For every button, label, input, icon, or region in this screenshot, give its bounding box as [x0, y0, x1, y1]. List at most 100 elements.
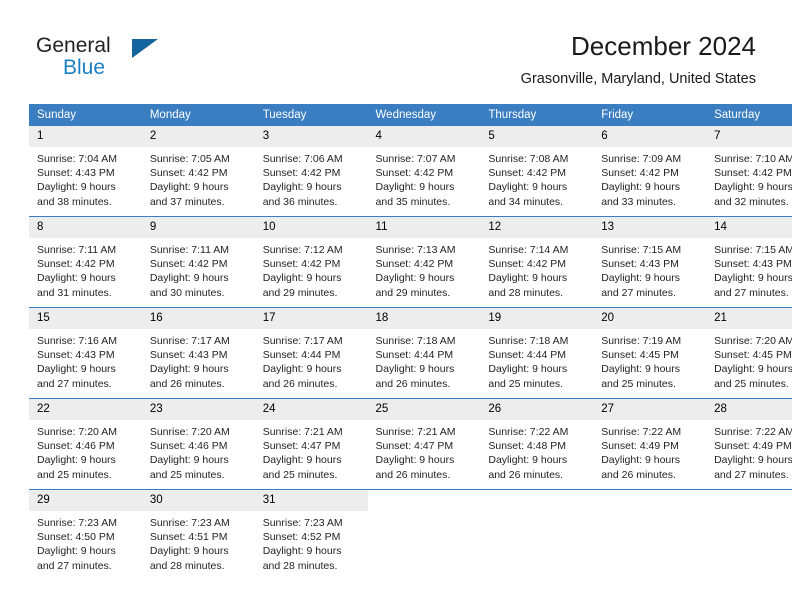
day-cell-inner[interactable]: 28 Sunrise: 7:22 AM Sunset: 4:49 PM Dayligh…	[706, 399, 792, 489]
sunrise-text: Sunrise: 7:23 AM	[262, 517, 343, 529]
day-cell-inner[interactable]: 20 Sunrise: 7:19 AM Sunset: 4:45 PM Dayligh…	[593, 308, 707, 398]
sunset-text: Sunset: 4:42 PM	[601, 167, 679, 180]
day-cell-inner[interactable]: 6 Sunrise: 7:09 AM Sunset: 4:42 PM Daylight…	[593, 126, 707, 216]
day-cell: 23 Sunrise: 7:20 AM Sunset: 4:46 PM Dayligh…	[141, 398, 255, 490]
logo-triangle-icon	[132, 39, 158, 58]
day-cell-inner[interactable]: 13 Sunrise: 7:15 AM Sunset: 4:43 PM Dayligh…	[593, 217, 707, 307]
week-row: 1 Sunrise: 7:04 AM Sunset: 4:43 PM Daylight…	[29, 126, 792, 217]
day-cell: 4 Sunrise: 7:07 AM Sunset: 4:42 PM Daylight…	[367, 126, 481, 217]
sunrise-text: Sunrise: 7:14 AM	[488, 244, 569, 256]
day-details: Sunrise: 7:20 AM Sunset: 4:46 PM Daylight:…	[29, 420, 142, 482]
sunset-text: Sunset: 4:42 PM	[714, 167, 792, 180]
day-cell: 19 Sunrise: 7:18 AM Sunset: 4:44 PM Dayligh…	[480, 307, 594, 399]
day-cell-inner[interactable]: 29 Sunrise: 7:23 AM Sunset: 4:50 PM Dayligh…	[29, 490, 142, 580]
day-details: Sunrise: 7:17 AM Sunset: 4:44 PM Daylight:…	[255, 329, 368, 391]
sunrise-text: Sunrise: 7:22 AM	[601, 426, 682, 438]
day-cell: 7 Sunrise: 7:10 AM Sunset: 4:42 PM Daylight…	[706, 126, 792, 217]
sunrise-text: Sunrise: 7:09 AM	[601, 153, 682, 165]
day-details: Sunrise: 7:17 AM Sunset: 4:43 PM Daylight:…	[142, 329, 255, 391]
weekday-header-saturday: Saturday	[706, 104, 792, 126]
day-cell: 17 Sunrise: 7:17 AM Sunset: 4:44 PM Dayligh…	[254, 307, 368, 399]
day-cell-inner[interactable]: 26 Sunrise: 7:22 AM Sunset: 4:48 PM Dayligh…	[480, 399, 594, 489]
day-details: Sunrise: 7:20 AM Sunset: 4:46 PM Daylight:…	[142, 420, 255, 482]
sunset-text: Sunset: 4:42 PM	[375, 167, 454, 180]
day-cell-inner[interactable]: 16 Sunrise: 7:17 AM Sunset: 4:43 PM Dayligh…	[141, 308, 255, 398]
day-number: 26	[480, 399, 594, 420]
day-cell-inner[interactable]: 17 Sunrise: 7:17 AM Sunset: 4:44 PM Dayligh…	[254, 308, 368, 398]
logo-text-general: General	[36, 34, 111, 57]
daylight-text-line2: and 28 minutes.	[488, 286, 564, 299]
daylight-text-line1: Daylight: 9 hours	[149, 363, 229, 376]
day-cell-inner[interactable]: 5 Sunrise: 7:08 AM Sunset: 4:42 PM Daylight…	[480, 126, 594, 216]
sunrise-text: Sunrise: 7:05 AM	[149, 153, 230, 165]
day-details: Sunrise: 7:18 AM Sunset: 4:44 PM Daylight:…	[480, 329, 593, 391]
day-cell-inner[interactable]: 15 Sunrise: 7:16 AM Sunset: 4:43 PM Dayligh…	[29, 308, 142, 398]
day-number: 24	[254, 399, 368, 420]
daylight-text-line1: Daylight: 9 hours	[601, 181, 681, 194]
day-cell-inner[interactable]: 30 Sunrise: 7:23 AM Sunset: 4:51 PM Dayligh…	[141, 490, 255, 580]
day-cell-inner[interactable]: 4 Sunrise: 7:07 AM Sunset: 4:42 PM Daylight…	[367, 126, 481, 216]
day-number: 20	[593, 308, 707, 329]
day-cell: 24 Sunrise: 7:21 AM Sunset: 4:47 PM Dayligh…	[254, 398, 368, 490]
day-cell-inner-empty	[593, 490, 706, 580]
day-cell: 26 Sunrise: 7:22 AM Sunset: 4:48 PM Dayligh…	[480, 398, 594, 490]
day-number: 4	[367, 126, 481, 147]
day-number	[706, 490, 792, 511]
daylight-text-line1: Daylight: 9 hours	[149, 454, 229, 467]
page-header: General Blue December 2024 Grasonville, …	[0, 0, 792, 100]
day-cell-inner[interactable]: 7 Sunrise: 7:10 AM Sunset: 4:42 PM Daylight…	[706, 126, 792, 216]
day-cell-inner[interactable]: 11 Sunrise: 7:13 AM Sunset: 4:42 PM Dayligh…	[367, 217, 481, 307]
day-cell-inner-empty	[480, 490, 593, 580]
day-cell	[593, 489, 707, 580]
day-cell-inner-empty	[706, 490, 792, 580]
day-details: Sunrise: 7:21 AM Sunset: 4:47 PM Daylight:…	[368, 420, 481, 482]
day-details: Sunrise: 7:08 AM Sunset: 4:42 PM Daylight:…	[480, 147, 593, 209]
day-cell	[706, 489, 792, 580]
daylight-text-line2: and 25 minutes.	[37, 468, 112, 481]
day-details: Sunrise: 7:15 AM Sunset: 4:43 PM Daylight:…	[706, 238, 792, 300]
day-cell-inner[interactable]: 2 Sunrise: 7:05 AM Sunset: 4:42 PM Daylight…	[141, 126, 255, 216]
daylight-text-line2: and 26 minutes.	[601, 468, 676, 481]
day-cell-inner[interactable]: 10 Sunrise: 7:12 AM Sunset: 4:42 PM Dayligh…	[254, 217, 368, 307]
daylight-text-line2: and 29 minutes.	[375, 286, 451, 299]
day-cell-inner[interactable]: 1 Sunrise: 7:04 AM Sunset: 4:43 PM Daylight…	[29, 126, 142, 216]
day-cell-inner[interactable]: 3 Sunrise: 7:06 AM Sunset: 4:42 PM Daylight…	[254, 126, 368, 216]
day-number: 31	[254, 490, 368, 511]
day-cell-inner[interactable]: 9 Sunrise: 7:11 AM Sunset: 4:42 PM Daylight…	[141, 217, 255, 307]
sunset-text: Sunset: 4:42 PM	[262, 258, 341, 271]
day-cell-inner[interactable]: 19 Sunrise: 7:18 AM Sunset: 4:44 PM Dayligh…	[480, 308, 594, 398]
day-cell-inner[interactable]: 22 Sunrise: 7:20 AM Sunset: 4:46 PM Dayligh…	[29, 399, 142, 489]
day-details: Sunrise: 7:11 AM Sunset: 4:42 PM Daylight:…	[142, 238, 255, 300]
day-number: 25	[367, 399, 481, 420]
day-cell-inner[interactable]: 23 Sunrise: 7:20 AM Sunset: 4:46 PM Dayligh…	[141, 399, 255, 489]
day-cell-inner[interactable]: 8 Sunrise: 7:11 AM Sunset: 4:42 PM Daylight…	[29, 217, 142, 307]
daylight-text-line1: Daylight: 9 hours	[37, 181, 116, 194]
day-number: 7	[706, 126, 792, 147]
daylight-text-line1: Daylight: 9 hours	[37, 545, 116, 558]
day-cell-inner[interactable]: 18 Sunrise: 7:18 AM Sunset: 4:44 PM Dayligh…	[367, 308, 481, 398]
sunrise-text: Sunrise: 7:18 AM	[375, 335, 456, 347]
day-cell	[480, 489, 594, 580]
day-cell-inner[interactable]: 31 Sunrise: 7:23 AM Sunset: 4:52 PM Dayligh…	[254, 490, 368, 580]
daylight-text-line1: Daylight: 9 hours	[601, 454, 681, 467]
day-details: Sunrise: 7:20 AM Sunset: 4:45 PM Daylight:…	[706, 329, 792, 391]
day-cell-inner[interactable]: 14 Sunrise: 7:15 AM Sunset: 4:43 PM Dayligh…	[706, 217, 792, 307]
daylight-text-line1: Daylight: 9 hours	[37, 272, 116, 285]
daylight-text-line1: Daylight: 9 hours	[375, 181, 455, 194]
week-row: 29 Sunrise: 7:23 AM Sunset: 4:50 PM Dayligh…	[29, 489, 792, 580]
daylight-text-line2: and 28 minutes.	[149, 559, 225, 572]
day-cell-inner[interactable]: 12 Sunrise: 7:14 AM Sunset: 4:42 PM Dayligh…	[480, 217, 594, 307]
day-details: Sunrise: 7:15 AM Sunset: 4:43 PM Daylight:…	[593, 238, 706, 300]
day-cell-inner[interactable]: 24 Sunrise: 7:21 AM Sunset: 4:47 PM Dayligh…	[254, 399, 368, 489]
day-cell: 25 Sunrise: 7:21 AM Sunset: 4:47 PM Dayligh…	[367, 398, 481, 490]
day-cell: 21 Sunrise: 7:20 AM Sunset: 4:45 PM Dayligh…	[706, 307, 792, 399]
day-cell-inner[interactable]: 21 Sunrise: 7:20 AM Sunset: 4:45 PM Dayligh…	[706, 308, 792, 398]
day-cell-inner[interactable]: 25 Sunrise: 7:21 AM Sunset: 4:47 PM Dayligh…	[367, 399, 481, 489]
daylight-text-line2: and 27 minutes.	[37, 559, 112, 572]
sunset-text: Sunset: 4:45 PM	[714, 349, 792, 362]
day-cell-inner[interactable]: 27 Sunrise: 7:22 AM Sunset: 4:49 PM Dayligh…	[593, 399, 707, 489]
day-details: Sunrise: 7:11 AM Sunset: 4:42 PM Daylight:…	[29, 238, 142, 300]
day-cell: 12 Sunrise: 7:14 AM Sunset: 4:42 PM Dayligh…	[480, 216, 594, 308]
day-number: 10	[254, 217, 368, 238]
day-number: 27	[593, 399, 707, 420]
